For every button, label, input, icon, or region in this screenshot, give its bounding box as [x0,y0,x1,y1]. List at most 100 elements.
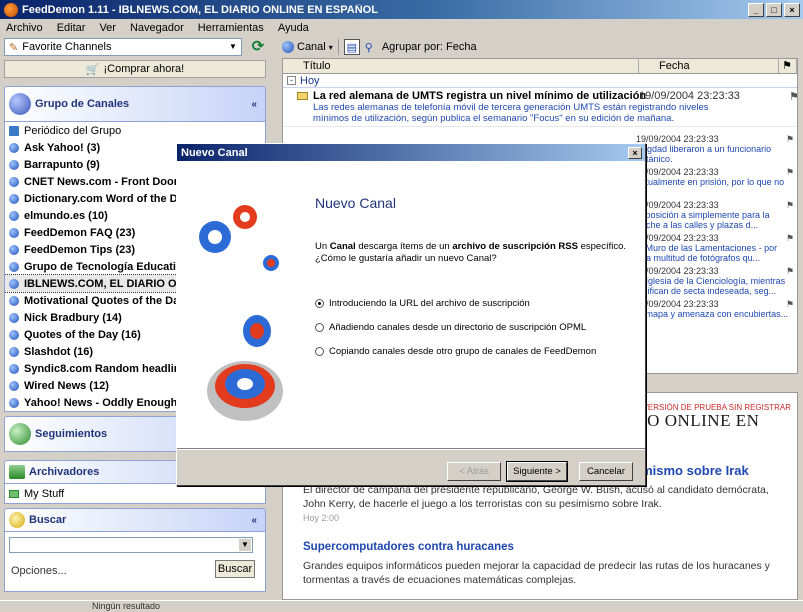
search-panel: ▼ Opciones... Buscar [4,532,266,592]
menu-bar: Archivo Editar Ver Navegador Herramienta… [0,19,803,36]
channel-item-label: CNET News.com - Front Door (24 [24,175,197,188]
flag-icon[interactable]: ⚑ [789,90,797,103]
radio-opml[interactable] [315,323,324,332]
channel-icon [282,41,294,53]
menu-archivo[interactable]: Archivo [4,22,45,34]
envelope-icon [297,92,308,100]
collapse-search-icon[interactable]: « [251,515,257,526]
flag-icon[interactable]: ⚑ [786,233,794,243]
option-opml-label: Añadiendo canales desde un directorio de… [329,322,587,333]
search-icon [9,512,25,528]
menu-navegador[interactable]: Navegador [128,22,186,34]
group-by-button[interactable]: Agrupar por: Fecha [382,41,477,53]
preview-article-2-title[interactable]: Supercomputadores contra huracanes [303,541,514,553]
option-copy-label: Copiando canales desde otro grupo de can… [329,346,597,357]
option-opml[interactable]: Añadiendo canales desde un directorio de… [315,322,586,333]
option-copy[interactable]: Copiando canales desde otro grupo de can… [315,346,596,357]
article-snippet[interactable]: 19/09/2004 23:23:33 la posición a simplem… [636,200,794,233]
search-options-link[interactable]: Opciones... [11,565,67,577]
flag-icon[interactable]: ⚑ [786,299,794,309]
radio-url[interactable] [315,299,324,308]
menu-editar[interactable]: Editar [55,22,88,34]
section-buscar-label: Buscar [29,514,67,526]
channel-item-label: Grupo de Tecnología Educativa [24,260,189,273]
article-toolbar: Canal ▾ ▤ ⚲ Agrupar por: Fecha [276,36,803,58]
buy-now-button[interactable]: 🛒 ¡Comprar ahora! [4,60,266,78]
article-description: Las redes alemanas de telefonía móvil de… [313,102,709,124]
minimize-icon[interactable]: _ [748,2,764,17]
channel-item-label: Periódico del Grupo [24,124,122,137]
channel-icon [9,261,19,272]
channel-icon [9,380,19,391]
menu-ayuda[interactable]: Ayuda [276,22,311,34]
snippet-text: la Iglesia de la Cienciología, mientras … [636,276,786,296]
my-stuff-item[interactable]: My Stuff [4,484,266,504]
window-title: FeedDemon 1.11 - IBLNEWS.COM, EL DIARIO … [22,3,378,16]
channel-item-label: Slashdot (16) [24,345,94,358]
section-grupo-canales[interactable]: Grupo de Canales « [4,86,266,122]
flag-icon[interactable]: ⚑ [786,134,794,144]
channel-item[interactable]: Periódico del Grupo [5,122,265,139]
column-flag-icon[interactable]: ⚑ [779,59,797,73]
search-input[interactable]: ▼ [9,537,253,553]
flag-icon[interactable]: ⚑ [786,167,794,177]
article-list-header: Título Fecha ⚑ [282,58,798,74]
collapse-icon[interactable]: « [251,99,257,110]
column-title[interactable]: Título [283,59,639,73]
channels-dropdown[interactable]: ✎ Favorite Channels ▼ [4,38,242,56]
next-button[interactable]: Siguiente > [506,461,568,482]
channel-icon [9,142,19,153]
article-snippet[interactable]: 19/09/2004 23:23:33 la Iglesia de la Cien… [636,266,794,299]
article-snippet[interactable]: 19/09/2004 23:23:33 Bagdad liberaron a un… [636,134,794,167]
maximize-icon[interactable]: □ [766,2,782,17]
snippet-date: 19/09/2004 23:23:33 [636,233,719,243]
search-dropdown-icon[interactable]: ▼ [239,539,251,551]
dialog-body: Nuevo Canal Un Canal descarga ítems de u… [177,161,645,448]
channel-icon [9,329,19,340]
cancel-button[interactable]: Cancelar [579,462,633,481]
search-button[interactable]: Buscar [215,560,255,578]
flag-icon[interactable]: ⚑ [786,200,794,210]
menu-herramientas[interactable]: Herramientas [196,22,266,34]
toolbar-separator [337,39,339,55]
preview-article-1-meta: Hoy 2:00 [303,513,340,523]
group-today-label: Hoy [300,74,320,87]
article-snippet[interactable]: 19/09/2004 23:23:33 el mapa y amenaza con… [636,299,794,332]
snippet-date: 19/09/2004 23:23:33 [636,266,719,276]
option-url-label: Introduciendo la URL del archivo de susc… [329,298,530,309]
snippet-text: actualmente en prisión, por lo que no [636,177,785,187]
channel-icon [9,295,19,306]
newspaper-icon [9,125,19,136]
option-url[interactable]: Introduciendo la URL del archivo de susc… [315,298,530,309]
minus-icon: - [287,76,296,85]
channel-icon [9,397,19,408]
app-icon [4,2,18,17]
article-snippet[interactable]: 19/09/2004 23:23:33 actualmente en prisió… [636,167,794,200]
column-date[interactable]: Fecha [639,59,779,73]
group-row-today[interactable]: - Hoy [283,74,797,88]
desc-mid: descarga ítems de un [358,241,450,252]
preview-article-1-body: El director de campaña del presidente re… [303,484,769,510]
chevron-down-icon: ▼ [229,42,237,51]
view-icon: ▤ [346,41,357,54]
radio-copy[interactable] [315,347,324,356]
channel-icon [9,176,19,187]
back-button[interactable]: < Atrás [447,462,501,481]
channel-menu-button[interactable]: Canal ▾ [282,41,333,53]
article-row[interactable]: La red alemana de UMTS registra un nivel… [283,88,797,127]
menu-ver[interactable]: Ver [97,22,118,34]
view-toggle-button[interactable]: ▤ [343,39,360,55]
section-grupo-canales-label: Grupo de Canales [35,98,130,110]
filter-icon[interactable]: ⚲ [365,41,373,54]
section-buscar[interactable]: Buscar « [4,508,266,532]
article-date: 19/09/2004 23:23:33 [639,90,740,102]
folder-icon [9,489,19,498]
cart-icon: 🛒 [85,63,100,76]
close-icon[interactable]: × [784,2,800,17]
article-snippet[interactable]: 19/09/2004 23:23:33 el Muro de las Lament… [636,233,794,266]
refresh-icon[interactable]: ⟳ [250,39,266,55]
article-snippets: 19/09/2004 23:23:33 Bagdad liberaron a un… [636,134,794,332]
dialog-title: Nuevo Canal [181,146,248,159]
dialog-close-icon[interactable]: × [628,146,642,159]
flag-icon[interactable]: ⚑ [786,266,794,276]
